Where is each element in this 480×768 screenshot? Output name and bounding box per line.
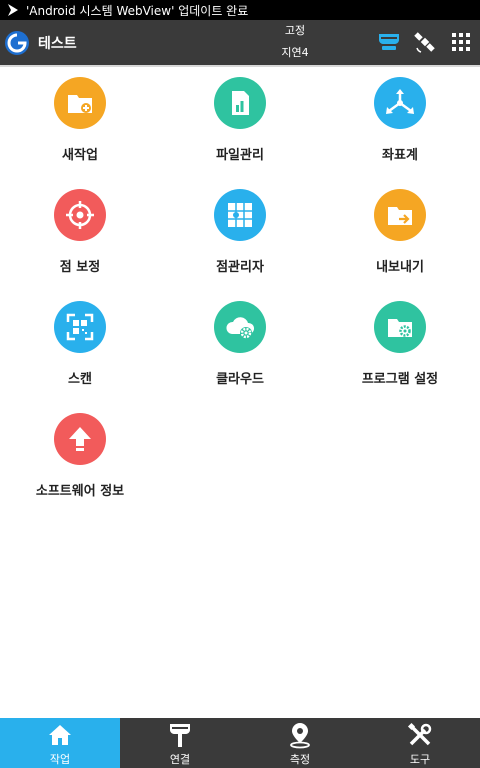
app-logo-icon[interactable]: [4, 30, 30, 56]
fix-status-panel[interactable]: 고정 지연4: [265, 20, 325, 65]
nav-label: 작업: [49, 753, 71, 766]
menu-item-scan[interactable]: 스캔: [0, 291, 160, 403]
point-grid-icon: [228, 203, 252, 227]
nav-label: 측정: [289, 753, 311, 766]
cloud-gear-icon: [226, 317, 255, 339]
apps-grid-icon[interactable]: [448, 29, 474, 55]
project-title: 테스트: [38, 35, 77, 52]
menu-item-export[interactable]: 내보내기: [320, 179, 480, 291]
upload-arrow-icon: [69, 427, 91, 451]
new-folder-icon: [68, 95, 92, 113]
folder-gear-icon: [388, 319, 412, 337]
menu-label: 프로그램 설정: [361, 372, 439, 387]
notification-text: 'Android 시스템 WebView' 업데이트 완료: [26, 3, 249, 18]
latency-status: 지연4: [281, 46, 309, 59]
menu-label: 내보내기: [376, 260, 424, 275]
menu-label: 클라우드: [216, 372, 264, 387]
nav-tab-job[interactable]: 작업: [0, 718, 120, 768]
menu-item-program-settings[interactable]: 프로그램 설정: [320, 291, 480, 403]
menu-label: 스캔: [68, 372, 92, 387]
menu-label: 점관리자: [216, 260, 264, 275]
axes-icon: [386, 89, 414, 114]
nav-label: 연결: [169, 753, 191, 766]
home-icon: [49, 725, 71, 745]
location-pin-icon: [290, 723, 310, 749]
menu-item-new-job[interactable]: 새작업: [0, 67, 160, 179]
menu-label: 새작업: [62, 148, 98, 163]
file-chart-icon: [232, 91, 249, 115]
menu-item-point-calibration[interactable]: 점 보정: [0, 179, 160, 291]
receiver-icon: [170, 724, 190, 747]
menu-label: 좌표계: [382, 148, 418, 163]
menu-label: 점 보정: [59, 260, 101, 275]
fix-status: 고정: [284, 24, 306, 37]
crosshair-icon: [66, 201, 94, 229]
app-header: 테스트 고정 지연4: [0, 20, 480, 65]
notification-icon: [8, 4, 18, 16]
menu-item-file-manager[interactable]: 파일관리: [160, 67, 320, 179]
menu-item-coordinate-system[interactable]: 좌표계: [320, 67, 480, 179]
menu-item-cloud[interactable]: 클라우드: [160, 291, 320, 403]
bottom-navigation: 작업 연결 측정 도구: [0, 718, 480, 768]
qr-scan-icon: [66, 313, 94, 341]
nav-tab-tools[interactable]: 도구: [360, 718, 480, 768]
menu-label: 파일관리: [216, 148, 264, 163]
satellite-icon[interactable]: [412, 29, 438, 55]
system-status-bar: 'Android 시스템 WebView' 업데이트 완료: [0, 0, 480, 20]
nav-label: 도구: [409, 753, 431, 766]
export-folder-icon: [388, 207, 412, 225]
device-icon[interactable]: [376, 29, 402, 55]
menu-item-point-manager[interactable]: 점관리자: [160, 179, 320, 291]
menu-label: 소프트웨어 정보: [35, 484, 125, 499]
tools-icon: [407, 722, 432, 746]
nav-tab-survey[interactable]: 측정: [240, 718, 360, 768]
nav-tab-connect[interactable]: 연결: [120, 718, 240, 768]
menu-item-software-info[interactable]: 소프트웨어 정보: [0, 403, 160, 515]
